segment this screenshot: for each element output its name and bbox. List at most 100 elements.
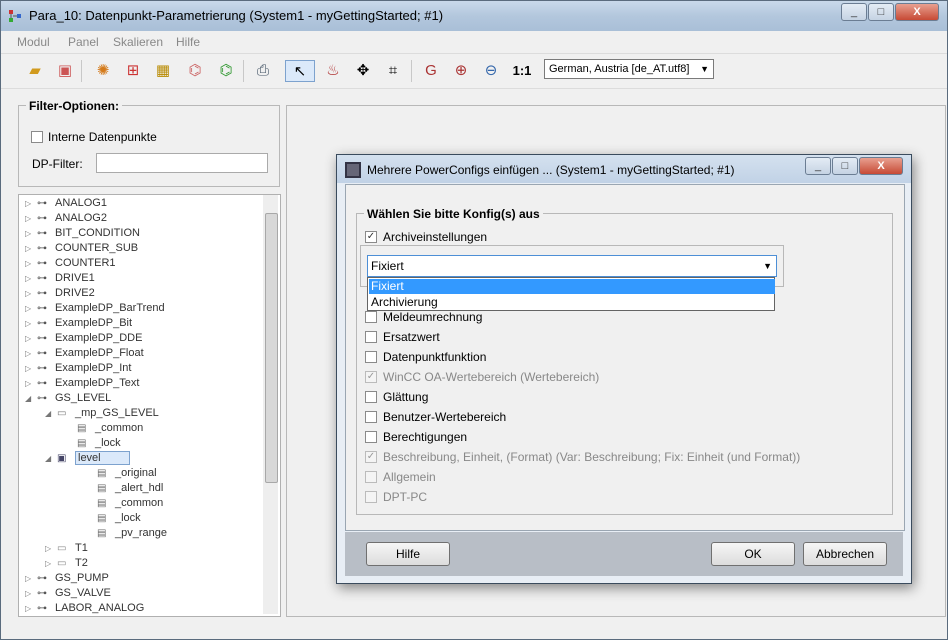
tree-item-label: _alert_hdl [115, 482, 164, 494]
expand-arrow-icon[interactable]: ▷ [25, 241, 37, 256]
tree-item[interactable]: ▤ _lock [85, 511, 141, 526]
ok-button[interactable]: OK [711, 542, 795, 566]
expand-arrow-icon[interactable]: ▷ [25, 346, 37, 361]
cancel-button[interactable]: Abbrechen [803, 542, 887, 566]
tree-item[interactable]: ▤ _pv_range [85, 526, 167, 541]
tree-item[interactable]: ▤ _common [65, 421, 143, 436]
expand-arrow-icon[interactable]: ▷ [25, 376, 37, 391]
tree-item[interactable]: ▷ ⊶ COUNTER1 [25, 256, 116, 271]
tree-item[interactable]: ▤ _original [85, 466, 157, 481]
expand-arrow-icon[interactable]: ▷ [25, 211, 37, 226]
zoom-reset-button[interactable]: 1:1 [510, 60, 534, 82]
expand-arrow-icon[interactable]: ◢ [45, 406, 57, 421]
tree-item[interactable]: ▷ ⊶ ANALOG1 [25, 196, 107, 211]
tree-item[interactable]: ▷ ⊶ GS_PUMP [25, 571, 109, 586]
move-icon[interactable]: ✥ [351, 60, 375, 82]
tree-item[interactable]: ▷ ⊶ LABOR_ANALOG [25, 601, 144, 616]
help-button[interactable]: Hilfe [366, 542, 450, 566]
tree-icon[interactable]: ⌬ [214, 60, 238, 82]
tree-item[interactable]: ▷ ⊶ ExampleDP_Int [25, 361, 131, 376]
hierarchy-icon[interactable]: ⌬ [183, 60, 207, 82]
internal-dp-checkbox[interactable] [31, 131, 43, 143]
expand-arrow-icon[interactable]: ▷ [25, 601, 37, 616]
expand-arrow-icon[interactable]: ▷ [25, 196, 37, 211]
open-folder-icon[interactable]: ▰ [23, 60, 47, 82]
expand-arrow-icon[interactable]: ▷ [25, 301, 37, 316]
dp-select-icon[interactable]: ♨ [321, 60, 345, 82]
tree-item[interactable]: ▤ _lock [65, 436, 121, 451]
archive-type-combo[interactable]: Fixiert ▼ [367, 255, 777, 277]
zoom-in-icon[interactable]: ⊕ [449, 60, 473, 82]
close-button[interactable]: X [895, 3, 939, 21]
tree-item[interactable]: ◢ ▭ _mp_GS_LEVEL [45, 406, 159, 421]
tree-item-label: _mp_GS_LEVEL [75, 407, 159, 419]
expand-arrow-icon[interactable]: ▷ [25, 361, 37, 376]
expand-arrow-icon[interactable]: ▷ [25, 316, 37, 331]
dp-structure-icon[interactable]: ⊞ [121, 60, 145, 82]
expand-arrow-icon[interactable]: ▷ [25, 331, 37, 346]
expand-arrow-icon[interactable]: ▷ [25, 586, 37, 601]
pointer-icon[interactable]: ↖ [285, 60, 315, 82]
menu-panel[interactable]: Panel [68, 35, 99, 49]
option-checkbox[interactable] [365, 311, 377, 323]
expand-arrow-icon[interactable]: ◢ [25, 391, 37, 406]
tree-item[interactable]: ▷ ⊶ ANALOG2 [25, 211, 107, 226]
close-panel-icon[interactable]: ▣ [53, 60, 77, 82]
expand-arrow-icon[interactable]: ▷ [25, 271, 37, 286]
option-label: Datenpunktfunktion [383, 350, 487, 364]
expand-arrow-icon[interactable]: ▷ [45, 556, 57, 571]
gear-icon[interactable]: ✺ [91, 60, 115, 82]
tree-item[interactable]: ▤ _common [85, 496, 163, 511]
minimize-button[interactable]: _ [841, 3, 867, 21]
tree-item[interactable]: ▷ ⊶ DRIVE2 [25, 286, 95, 301]
expand-arrow-icon[interactable]: ▷ [25, 226, 37, 241]
config-icon[interactable]: ▦ [151, 60, 175, 82]
tree-item[interactable]: ◢ ⊶ GS_LEVEL [25, 391, 111, 406]
tree-item[interactable]: ▤ _alert_hdl [85, 481, 163, 496]
dialog-close-button[interactable]: X [859, 157, 903, 175]
tree-item[interactable]: ▷ ⊶ ExampleDP_BarTrend [25, 301, 165, 316]
language-select[interactable]: German, Austria [de_AT.utf8] ▼ [544, 59, 714, 79]
tree-item[interactable]: ◢ ▣ level [45, 451, 130, 466]
menu-hilfe[interactable]: Hilfe [176, 35, 200, 49]
tree-item[interactable]: ▷ ⊶ ExampleDP_Float [25, 346, 144, 361]
dp-tree[interactable]: ▷ ⊶ ANALOG1 ▷ ⊶ ANALOG2 ▷ ⊶ BIT_CONDITION ▷ ⊶ COUNT… [18, 194, 281, 617]
dialog-minimize-button[interactable]: _ [805, 157, 831, 175]
option-checkbox[interactable] [365, 391, 377, 403]
option-checkbox: ✓ [365, 371, 377, 383]
zoom-out-icon[interactable]: ⊖ [479, 60, 503, 82]
title-bar: Para_10: Datenpunkt-Parametrierung (Syst… [1, 1, 947, 31]
expand-arrow-icon[interactable]: ◢ [45, 451, 57, 466]
expand-arrow-icon[interactable]: ▷ [45, 541, 57, 556]
option-checkbox[interactable] [365, 431, 377, 443]
tree-item[interactable]: ▷ ⊶ ExampleDP_Bit [25, 316, 132, 331]
dialog-maximize-button[interactable]: □ [832, 157, 858, 175]
tree-scroll-thumb[interactable] [265, 213, 278, 483]
tree-item[interactable]: ▷ ⊶ BIT_CONDITION [25, 226, 140, 241]
dp-filter-input[interactable] [96, 153, 268, 173]
expand-arrow-icon[interactable]: ▷ [25, 256, 37, 271]
refresh-icon[interactable]: G [419, 60, 443, 82]
tree-item[interactable]: ▷ ⊶ GS_VALVE [25, 586, 111, 601]
option-checkbox[interactable]: ✓ [365, 231, 377, 243]
option-label: Allgemein [383, 470, 436, 484]
tree-item[interactable]: ▷ ⊶ ExampleDP_DDE [25, 331, 142, 346]
datapoint-icon: ⊶ [37, 198, 47, 209]
option-checkbox[interactable] [365, 331, 377, 343]
tree-item[interactable]: ▷ ⊶ DRIVE1 [25, 271, 95, 286]
expand-arrow-icon[interactable]: ▷ [25, 571, 37, 586]
tree-item[interactable]: ▷ ⊶ ExampleDP_Text [25, 376, 139, 391]
crop-icon[interactable]: ⌗ [381, 60, 405, 82]
tree-item[interactable]: ▷ ▭ T1 [45, 541, 88, 556]
print-icon[interactable]: ⎙ [251, 60, 275, 82]
menu-modul[interactable]: Modul [17, 35, 50, 49]
tree-item[interactable]: ▷ ⊶ COUNTER_SUB [25, 241, 138, 256]
menu-skalieren[interactable]: Skalieren [113, 35, 163, 49]
dropdown-option-fixiert[interactable]: Fixiert [369, 279, 775, 294]
option-checkbox[interactable] [365, 351, 377, 363]
option-checkbox[interactable] [365, 411, 377, 423]
maximize-button[interactable]: □ [868, 3, 894, 21]
tree-item[interactable]: ▷ ▭ T2 [45, 556, 88, 571]
dropdown-option-archivierung[interactable]: Archivierung [369, 295, 775, 310]
expand-arrow-icon[interactable]: ▷ [25, 286, 37, 301]
